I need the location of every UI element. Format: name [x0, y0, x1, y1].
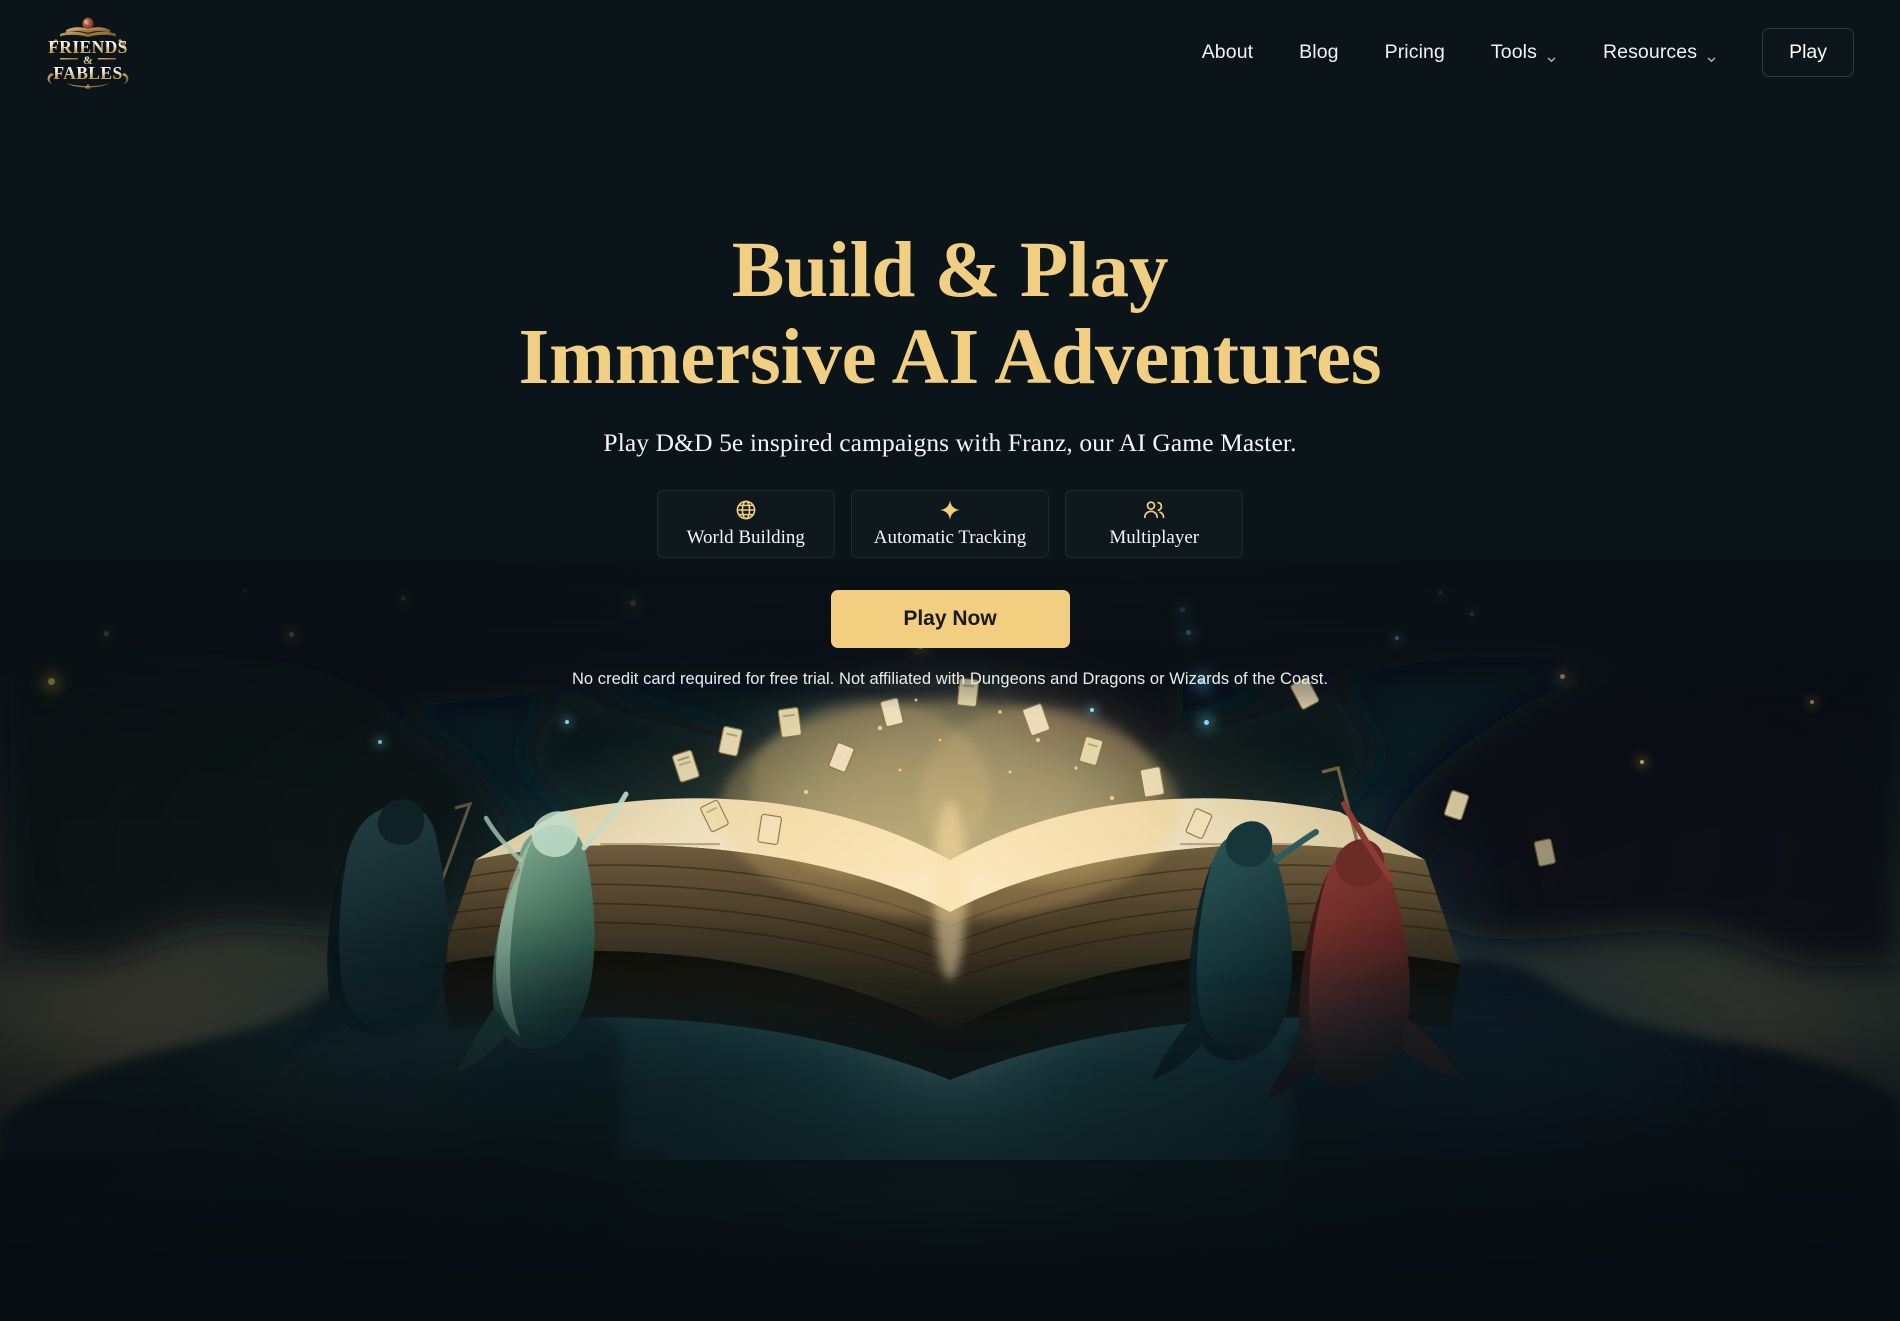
play-button[interactable]: Play	[1762, 27, 1854, 77]
chevron-down-icon	[1546, 48, 1557, 62]
nav-item-label: Tools	[1490, 40, 1537, 63]
feature-pill-list: World Building Automatic Tracking Multip…	[0, 489, 1900, 558]
nav-item-about[interactable]: About	[1179, 31, 1276, 74]
feature-pill-multiplayer[interactable]: Multiplayer	[1065, 489, 1244, 558]
feature-pill-world-building[interactable]: World Building	[656, 489, 835, 558]
main-nav: About Blog Pricing Tools Resources Play	[1179, 27, 1854, 77]
page-title: Build & Play Immersive AI Adventures	[0, 227, 1900, 402]
headline-line-1: Build & Play	[731, 227, 1169, 314]
disclaimer-text: No credit card required for free trial. …	[571, 669, 1329, 688]
chevron-down-icon	[1706, 48, 1717, 62]
users-icon	[1142, 498, 1166, 522]
feature-pill-automatic-tracking[interactable]: Automatic Tracking	[850, 489, 1050, 558]
feature-pill-label: World Building	[686, 527, 805, 549]
nav-item-label: Resources	[1602, 40, 1698, 63]
play-now-button[interactable]: Play Now	[830, 589, 1070, 648]
svg-text:FABLES: FABLES	[53, 63, 122, 83]
feature-pill-label: Multiplayer	[1109, 527, 1200, 549]
globe-icon	[734, 498, 758, 522]
nav-item-label: Blog	[1299, 40, 1339, 63]
friends-and-fables-crest-logo: FRIENDS & FABLES	[47, 17, 129, 89]
nav-item-resources[interactable]: Resources	[1580, 31, 1740, 74]
sparkle-icon	[938, 498, 962, 522]
nav-item-label: Pricing	[1384, 40, 1445, 63]
top-navigation-bar: FRIENDS & FABLES About Blog Pricing Tool…	[0, 0, 1900, 104]
nav-item-pricing[interactable]: Pricing	[1362, 31, 1468, 74]
nav-item-label: About	[1201, 40, 1254, 63]
site-logo[interactable]: FRIENDS & FABLES	[36, 15, 140, 89]
headline-line-2: Immersive AI Adventures	[518, 313, 1382, 401]
landing-page: FRIENDS & FABLES About Blog Pricing Tool…	[0, 0, 1900, 1321]
feature-pill-label: Automatic Tracking	[873, 527, 1027, 549]
nav-item-blog[interactable]: Blog	[1276, 31, 1361, 74]
hero-subtitle: Play D&D 5e inspired campaigns with Fran…	[603, 427, 1297, 457]
nav-item-tools[interactable]: Tools	[1468, 31, 1580, 74]
